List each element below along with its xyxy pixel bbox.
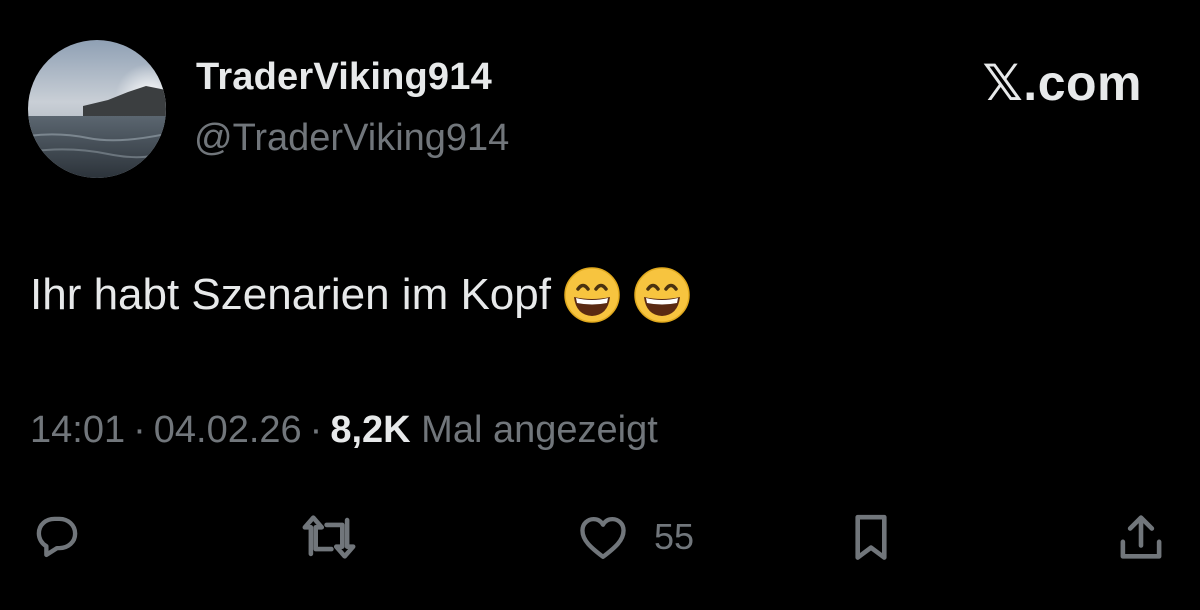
tweet-date[interactable]: 04.02.26: [154, 409, 302, 451]
views-label[interactable]: Mal angezeigt: [421, 409, 658, 451]
meta-separator: ·: [309, 409, 323, 451]
heart-icon: [580, 516, 626, 559]
tweet-text: Ihr habt Szenarien im Kopf: [30, 270, 551, 319]
tweet-body: Ihr habt Szenarien im Kopf: [30, 266, 691, 324]
author-handle[interactable]: @TraderViking914: [194, 117, 509, 160]
meta-separator: ·: [133, 409, 146, 451]
tweet-time[interactable]: 14:01: [30, 409, 125, 451]
views-count[interactable]: 8,2K: [330, 409, 410, 451]
tweet-card: TraderViking914 @TraderViking914 𝕏.com I…: [0, 0, 1200, 610]
share-button[interactable]: [1112, 508, 1170, 566]
author-display-name[interactable]: TraderViking914: [196, 56, 492, 99]
x-logo-brand: 𝕏.com: [982, 55, 1142, 111]
share-icon: [1120, 515, 1162, 559]
like-count[interactable]: 55: [654, 516, 694, 558]
bookmark-icon: [855, 514, 887, 560]
avatar[interactable]: [28, 40, 166, 178]
grinning-face-emoji-icon: [563, 266, 621, 324]
bookmark-button[interactable]: [842, 508, 900, 566]
reply-icon: [36, 516, 78, 558]
retweet-button[interactable]: [297, 508, 361, 566]
like-button[interactable]: 55: [574, 508, 694, 566]
grinning-face-emoji-icon: [633, 266, 691, 324]
avatar-image: [28, 40, 166, 178]
reply-button[interactable]: [28, 508, 86, 566]
tweet-meta: 14:01 · 04.02.26 · 8,2K Mal angezeigt: [30, 409, 658, 452]
retweet-icon: [302, 515, 356, 559]
